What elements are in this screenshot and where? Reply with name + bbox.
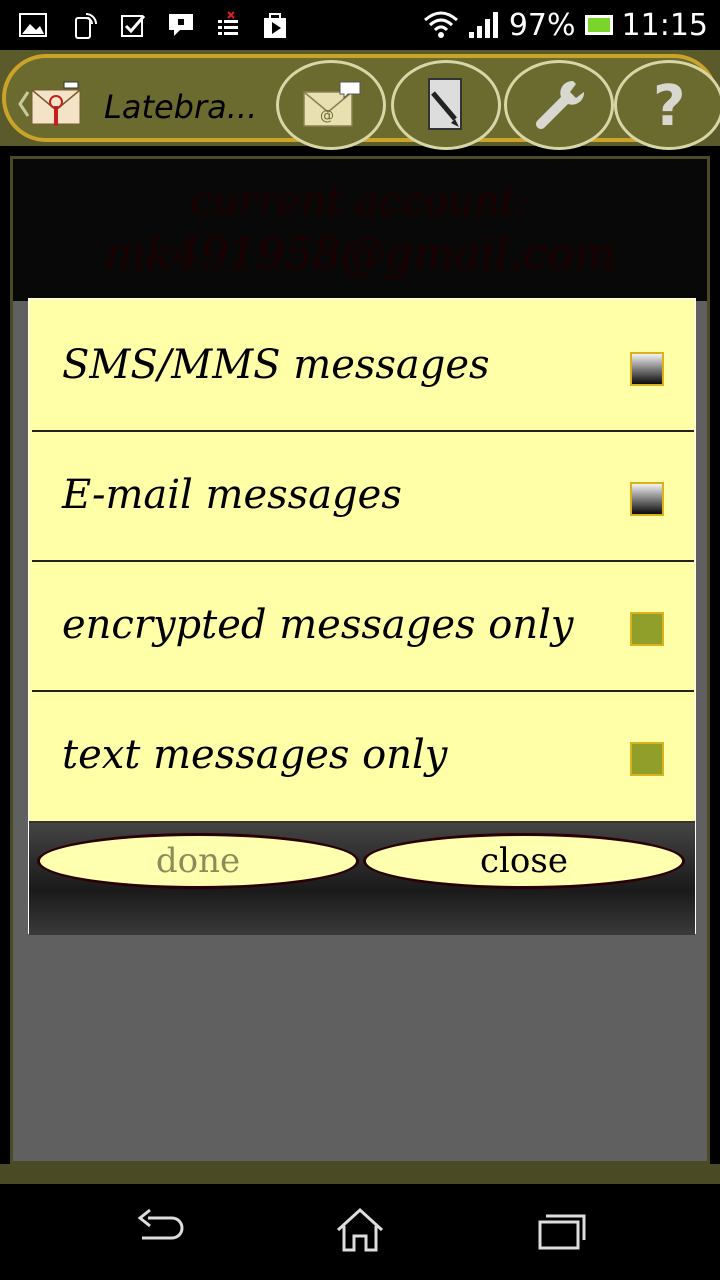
account-label: current account:: [190, 179, 530, 225]
option-text-only[interactable]: text messages only: [32, 692, 694, 820]
clock: 11:15: [621, 7, 708, 43]
option-sms-mms[interactable]: SMS/MMS messages: [32, 302, 694, 430]
sms-blocked-icon: [218, 11, 238, 35]
done-button[interactable]: done: [37, 833, 359, 889]
navigation-bar: [0, 1184, 720, 1280]
text-only-checkbox[interactable]: [630, 742, 664, 776]
account-email: mk491958@gmail.com: [104, 229, 616, 280]
option-label: SMS/MMS messages: [62, 342, 490, 388]
edit-icon: [428, 78, 462, 130]
filter-dialog: SMS/MMS messages E-mail messages encrypt…: [28, 298, 696, 935]
account-header: current account: mk491958@gmail.com: [13, 159, 707, 301]
encrypted-only-checkbox[interactable]: [630, 612, 664, 646]
option-label: encrypted messages only: [62, 602, 574, 648]
option-email[interactable]: E-mail messages: [32, 432, 694, 560]
app-logo-icon[interactable]: [30, 80, 82, 132]
action-bar-container: Latebra... @ ?: [2, 54, 720, 150]
sms-email-icon: @: [303, 81, 361, 127]
sms-email-button[interactable]: @: [276, 60, 386, 150]
checkbox-icon: [121, 15, 146, 37]
status-bar: 97% 11:15: [0, 0, 720, 50]
close-button[interactable]: close: [363, 833, 685, 889]
option-label: E-mail messages: [62, 472, 402, 518]
edit-button[interactable]: [391, 60, 501, 150]
help-button[interactable]: ?: [614, 60, 720, 150]
signal-icon: [468, 12, 498, 38]
help-icon: ?: [653, 75, 685, 135]
play-store-icon: [264, 13, 286, 38]
svg-text:?: ?: [653, 75, 685, 135]
gallery-icon: [19, 13, 47, 37]
chat-icon: [169, 14, 193, 36]
svg-text:@: @: [320, 108, 334, 124]
option-encrypted-only[interactable]: encrypted messages only: [32, 562, 694, 690]
email-checkbox[interactable]: [630, 482, 664, 516]
dialog-button-bar: done close: [29, 821, 695, 935]
cast-icon: [75, 13, 97, 39]
battery-percent: 97%: [508, 7, 576, 43]
app-title: Latebra...: [104, 88, 258, 126]
sms-mms-checkbox[interactable]: [630, 352, 664, 386]
action-bar: Latebra... @ ?: [0, 50, 720, 150]
settings-wrench-icon: [536, 80, 585, 129]
battery-icon: [584, 15, 613, 35]
home-icon[interactable]: [330, 1206, 390, 1256]
back-icon[interactable]: [128, 1206, 188, 1256]
recents-icon[interactable]: [532, 1206, 592, 1256]
bottom-frame: [0, 1164, 720, 1184]
option-label: text messages only: [62, 732, 448, 778]
wifi-icon: [423, 11, 458, 38]
settings-button[interactable]: [504, 60, 614, 150]
